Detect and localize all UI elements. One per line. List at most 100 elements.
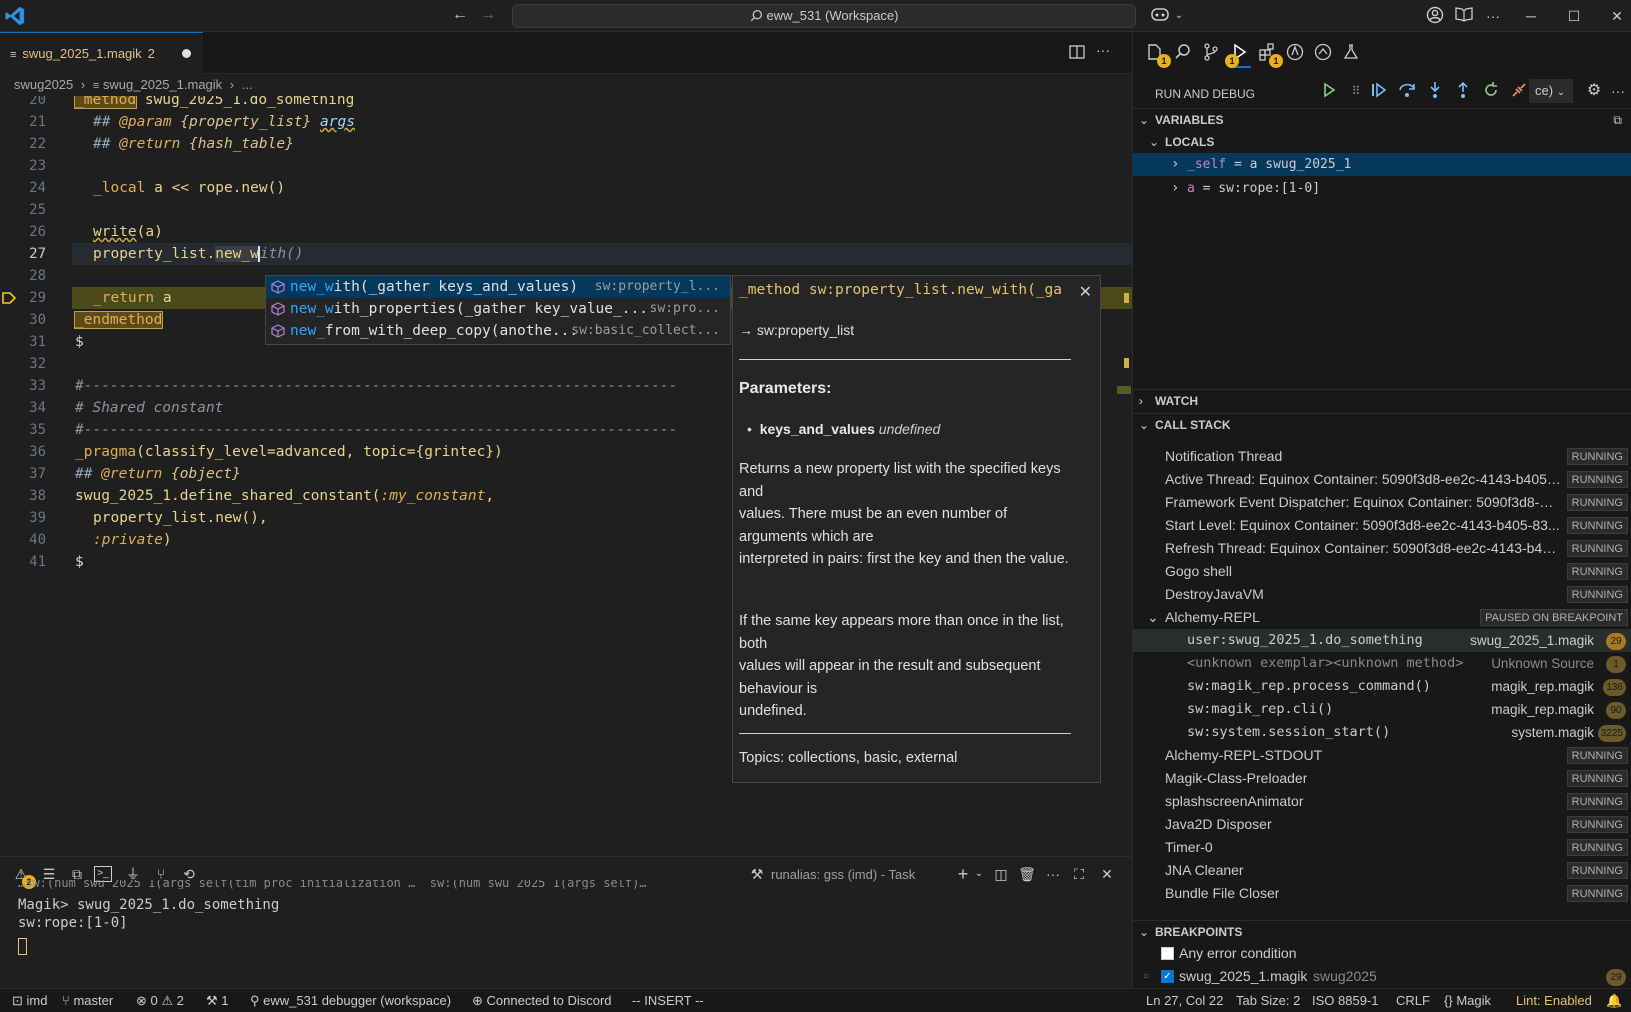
close-panel-icon[interactable]: ✕	[1096, 863, 1118, 885]
copilot-menu-chevron-icon[interactable]: ⌄	[1168, 6, 1190, 26]
discord-status[interactable]: ⊕ Connected to Discord	[472, 993, 612, 1009]
explorer-icon[interactable]: 1	[1145, 42, 1171, 68]
drag-handle-icon[interactable]: ⠿	[1345, 80, 1367, 102]
editor-tab-swug-2025-1[interactable]: ≡ swug_2025_1.magik 2	[0, 32, 203, 74]
vscode-logo-icon[interactable]	[4, 5, 26, 27]
back-arrow-icon[interactable]: ←	[450, 6, 470, 26]
search-icon[interactable]	[1173, 42, 1195, 64]
bell-icon[interactable]: 🔔	[1606, 993, 1622, 1009]
editor-more-actions-icon[interactable]: ···	[1096, 42, 1110, 58]
line-ending[interactable]: CRLF	[1396, 993, 1430, 1008]
stack-frame[interactable]: <unknown exemplar><unknown method> Unknow…	[1133, 652, 1631, 675]
call-stack-thread[interactable]: Java2D Disposer RUNNING	[1133, 813, 1631, 836]
run-debug-icon[interactable]: 1	[1225, 42, 1251, 68]
terminal-task-label[interactable]: runalias: gss (imd) - Task	[771, 867, 915, 882]
call-stack-thread[interactable]: Active Thread: Equinox Container: 5090f3…	[1133, 468, 1631, 491]
sidebar-more-icon[interactable]: ···	[1607, 80, 1629, 102]
panel-more-icon[interactable]: ···	[1042, 863, 1064, 885]
variable-row[interactable]: › a = sw:rope:[1-0]	[1133, 177, 1631, 200]
call-stack-thread[interactable]: DestroyJavaVM RUNNING	[1133, 583, 1631, 606]
checkbox-checked[interactable]: ✓	[1161, 970, 1174, 983]
source-control-icon[interactable]	[1201, 42, 1223, 64]
call-stack-thread[interactable]: Alchemy-REPL-STDOUT RUNNING	[1133, 744, 1631, 767]
checkbox[interactable]	[1161, 947, 1174, 960]
chevron-down-icon[interactable]: ⌄	[968, 863, 990, 885]
testing-icon[interactable]	[1285, 42, 1307, 64]
tab-size[interactable]: Tab Size: 2	[1236, 993, 1300, 1008]
account-icon[interactable]	[1424, 6, 1446, 26]
call-stack-thread[interactable]: JNA Cleaner RUNNING	[1133, 859, 1631, 882]
language-mode[interactable]: {} Magik	[1444, 993, 1491, 1008]
unsaved-dot-icon[interactable]	[182, 49, 191, 58]
variable-row[interactable]: › _self = a swug_2025_1	[1133, 153, 1631, 176]
stack-frame[interactable]: sw:magik_rep.cli() magik_rep.magik 90	[1133, 698, 1631, 721]
call-stack-thread[interactable]: Framework Event Dispatcher: Equinox Cont…	[1133, 491, 1631, 514]
line-number: 21	[29, 114, 46, 130]
breakpoint-any-error[interactable]: Any error condition	[1133, 942, 1631, 965]
branch-indicator[interactable]: ⑂ master	[62, 993, 113, 1008]
chevron-right-icon: ›	[1171, 180, 1180, 196]
book-icon[interactable]	[1453, 6, 1475, 26]
line-number: 20	[29, 96, 46, 108]
split-editor-icon[interactable]	[1068, 43, 1088, 63]
debug-config-select[interactable]: ce) ⌄	[1529, 79, 1573, 103]
call-stack-thread[interactable]: Gogo shell RUNNING	[1133, 560, 1631, 583]
call-stack-thread[interactable]: Notification Thread RUNNING	[1133, 445, 1631, 468]
step-out-icon[interactable]	[1453, 80, 1475, 102]
start-debugging-icon[interactable]	[1319, 80, 1341, 102]
section-header-locals[interactable]: ⌄ LOCALS	[1133, 131, 1631, 153]
step-over-icon[interactable]	[1397, 80, 1419, 102]
step-into-icon[interactable]	[1425, 80, 1447, 102]
breadcrumb-file[interactable]: swug_2025_1.magik	[103, 77, 222, 92]
cursor-position[interactable]: Ln 27, Col 22	[1146, 993, 1223, 1008]
flask-icon[interactable]	[1341, 42, 1363, 64]
restart-icon[interactable]	[1481, 80, 1503, 102]
maximize-icon[interactable]: ☐	[1563, 6, 1585, 26]
breakpoint-file-row[interactable]: ○ ✓ swug_2025_1.magik swug2025 29	[1133, 965, 1631, 988]
section-header-variables[interactable]: ⌄ VARIABLES ⧉	[1133, 108, 1631, 130]
section-header-call-stack[interactable]: ⌄ CALL STACK	[1133, 413, 1631, 435]
section-header-breakpoints[interactable]: ⌄ BREAKPOINTS	[1133, 920, 1631, 942]
extensions-icon[interactable]: 1	[1257, 42, 1283, 68]
call-stack-thread[interactable]: Magik-Class-Preloader RUNNING	[1133, 767, 1631, 790]
suggest-item[interactable]: new_with(_gather keys_and_values) sw:pro…	[266, 276, 730, 298]
gear-icon[interactable]: ⚙	[1583, 80, 1605, 102]
stack-frame[interactable]: user:swug_2025_1.do_something swug_2025_1…	[1133, 629, 1631, 652]
debug-target[interactable]: ⚲ eww_531 debugger (workspace)	[250, 993, 451, 1009]
more-actions-icon[interactable]: ···	[1482, 6, 1504, 26]
call-stack-thread[interactable]: splashscreenAnimator RUNNING	[1133, 790, 1631, 813]
overview-ruler-mark	[1124, 293, 1129, 303]
call-stack-thread[interactable]: Timer-0 RUNNING	[1133, 836, 1631, 859]
call-stack-thread[interactable]: Refresh Thread: Equinox Container: 5090f…	[1133, 537, 1631, 560]
remote-indicator[interactable]: ⊡ imd	[12, 993, 47, 1009]
frame-source: system.magik	[1511, 725, 1594, 740]
call-stack-thread-paused[interactable]: ⌄ Alchemy-REPL PAUSED ON BREAKPOINT	[1133, 606, 1631, 629]
call-stack-thread[interactable]: Bundle File Closer RUNNING	[1133, 882, 1631, 905]
stack-frame[interactable]: sw:system.session_start() system.magik 322…	[1133, 721, 1631, 744]
command-center-search[interactable]: eww_531 (Workspace)	[512, 4, 1136, 28]
encoding[interactable]: ISO 8859-1	[1312, 993, 1379, 1008]
problems-indicator[interactable]: ⊗ 0 ⚠ 2	[136, 993, 184, 1009]
minimize-icon[interactable]: ─	[1520, 6, 1542, 26]
trash-icon[interactable]: 🗑	[1016, 863, 1038, 885]
suggest-item[interactable]: new_from_with_deep_copy(anothe... sw:bas…	[266, 320, 730, 342]
continue-icon[interactable]	[1369, 80, 1391, 102]
line-number: 40	[29, 532, 46, 548]
call-stack-thread[interactable]: Start Level: Equinox Container: 5090f3d8…	[1133, 514, 1631, 537]
lint-status[interactable]: Lint: Enabled	[1516, 993, 1592, 1008]
breadcrumb-folder[interactable]: swug2025	[14, 77, 73, 92]
suggest-item[interactable]: new_with_properties(_gather key_value_..…	[266, 298, 730, 320]
maximize-panel-icon[interactable]: ⛶	[1068, 863, 1090, 885]
disconnect-icon[interactable]	[1509, 80, 1531, 102]
ports-indicator[interactable]: ⚒ 1	[206, 993, 229, 1009]
close-window-icon[interactable]: ✕	[1606, 6, 1628, 26]
split-terminal-icon[interactable]: ◫	[990, 863, 1012, 885]
breadcrumb-symbol[interactable]: ...	[242, 77, 253, 92]
stack-frame[interactable]: sw:magik_rep.process_command() magik_rep.…	[1133, 675, 1631, 698]
section-header-watch[interactable]: › WATCH	[1133, 389, 1631, 411]
thread-state-badge: RUNNING	[1566, 793, 1628, 810]
collapse-all-icon[interactable]: ⧉	[1613, 109, 1622, 131]
close-icon[interactable]: ✕	[1079, 282, 1092, 302]
remote-explorer-icon[interactable]	[1313, 42, 1335, 64]
forward-arrow-icon[interactable]: →	[478, 6, 498, 26]
